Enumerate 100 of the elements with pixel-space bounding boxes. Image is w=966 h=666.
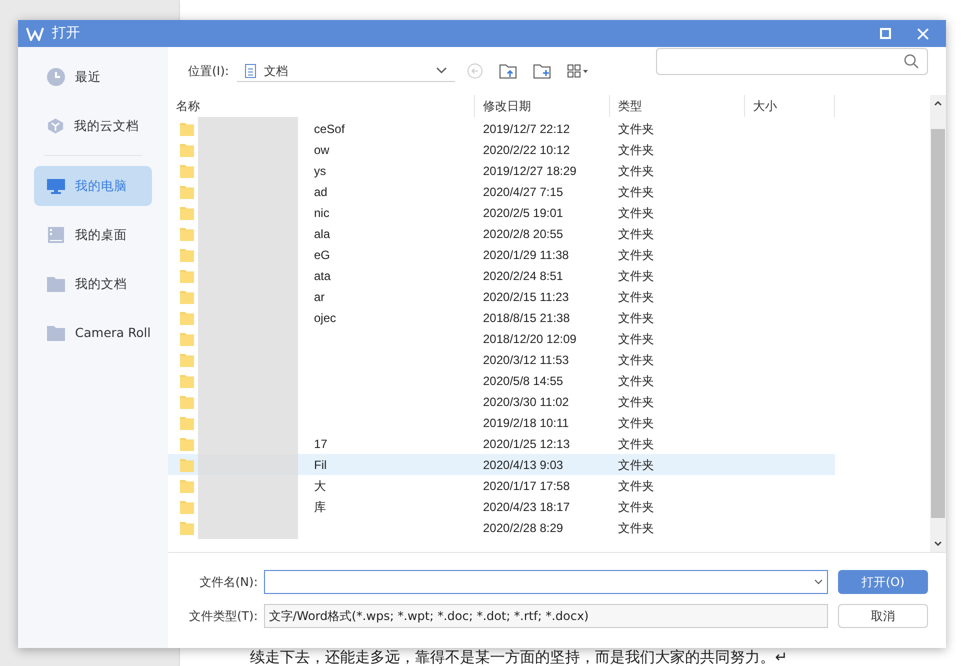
- type-cell-text: 文件夹: [617, 352, 655, 368]
- file-name: 17: [314, 436, 328, 452]
- sidebar-label: 最近: [75, 68, 101, 86]
- sidebar-label: 我的电脑: [75, 176, 127, 195]
- file-row[interactable]: 2018/12/20 12:09 文件夹: [168, 328, 835, 349]
- date-cell-text: 2020/2/24 8:51: [482, 268, 564, 284]
- folder-icon: [180, 206, 194, 220]
- file-row[interactable]: nic 2020/2/5 19:01 文件夹: [168, 202, 835, 223]
- folder-icon: [180, 164, 194, 178]
- file-row[interactable]: ar 2020/2/15 11:23 文件夹: [168, 286, 835, 307]
- date-cell-text: 2020/3/12 11:53: [482, 352, 570, 368]
- date-cell-text: 2020/1/25 12:13: [482, 436, 571, 452]
- file-row[interactable]: ys 2019/12/27 18:29 文件夹: [168, 160, 835, 181]
- type-cell-text: 文件夹: [617, 394, 655, 410]
- new-folder-icon[interactable]: [532, 63, 551, 79]
- file-row[interactable]: ow 2020/2/22 10:12 文件夹: [168, 139, 835, 160]
- folder-icon: [47, 276, 65, 292]
- folder-icon: [180, 290, 194, 304]
- date-cell-text: 2019/12/27 18:29: [482, 162, 578, 180]
- file-name: nic: [314, 204, 330, 222]
- date-cell-text: 2020/2/8 20:55: [482, 226, 564, 242]
- file-row[interactable]: ad 2020/4/27 7:15 文件夹: [168, 181, 835, 202]
- folder-icon: [180, 248, 194, 262]
- type-cell-text: 文件夹: [617, 162, 655, 180]
- date-cell-text: 2019/2/18 10:11: [482, 414, 570, 432]
- date-cell-text: 2020/3/30 11:02: [482, 394, 570, 410]
- document-text: 续走下去，还能走多远，靠得不是某一方面的坚持，而是我们大家的共同努力。↵: [250, 648, 788, 666]
- file-row[interactable]: 2020/2/28 8:29 文件夹: [168, 517, 835, 538]
- file-row[interactable]: ceSof 2019/12/7 22:12 文件夹: [168, 118, 835, 139]
- type-cell-text: 文件夹: [617, 478, 655, 494]
- type-cell-text: 文件夹: [617, 184, 655, 200]
- date-cell-text: 2020/2/22 10:12: [482, 142, 571, 158]
- document-icon: [244, 64, 256, 78]
- chevron-down-icon: [814, 579, 824, 585]
- file-row[interactable]: 2020/5/8 14:55 文件夹: [168, 370, 835, 391]
- file-name: ad: [314, 184, 328, 200]
- file-row[interactable]: ojec 2018/8/15 21:38 文件夹: [168, 307, 835, 328]
- file-row[interactable]: 库 2020/4/23 18:17 文件夹: [168, 496, 835, 517]
- folder-icon: [180, 374, 194, 388]
- file-row[interactable]: 大 2020/1/17 17:58 文件夹: [168, 475, 835, 496]
- type-cell-text: 文件夹: [617, 120, 655, 138]
- date-cell-text: 2020/1/17 17:58: [482, 478, 571, 494]
- folder-icon: [47, 325, 65, 341]
- folder-up-icon[interactable]: [498, 63, 517, 79]
- file-row[interactable]: 2020/3/12 11:53 文件夹: [168, 349, 835, 370]
- cancel-button[interactable]: 取消: [838, 604, 928, 628]
- file-name: 库: [314, 498, 326, 516]
- sidebar-label: Camera Roll: [75, 324, 151, 342]
- folder-icon: [180, 478, 194, 492]
- file-name: 大: [314, 478, 326, 494]
- file-name: ata: [314, 268, 331, 284]
- filetype-label: 文件类型(T):: [188, 608, 258, 625]
- date-cell-text: 2020/4/23 18:17: [482, 498, 571, 516]
- file-name: ow: [314, 142, 330, 158]
- type-cell-text: 文件夹: [617, 372, 655, 390]
- desktop-icon: [47, 226, 65, 244]
- sidebar-label: 我的桌面: [75, 226, 127, 244]
- sidebar-item[interactable]: 我的云文档: [34, 106, 152, 146]
- filetype-dropdown[interactable]: 文字/Word格式(*.wps; *.wpt; *.doc; *.dot; *.rtf; *.docx): [264, 604, 828, 628]
- type-cell-text: 文件夹: [617, 246, 655, 264]
- column-header[interactable]: 大小: [745, 95, 835, 117]
- file-row[interactable]: ata 2020/2/24 8:51 文件夹: [168, 265, 835, 286]
- folder-icon: [180, 122, 194, 136]
- scrollbar-thumb[interactable]: [931, 129, 945, 518]
- file-name: ceSof: [314, 120, 345, 138]
- file-name: eG: [314, 246, 330, 264]
- file-name: ojec: [314, 310, 336, 326]
- file-row[interactable]: 17 2020/1/25 12:13 文件夹: [168, 433, 835, 454]
- location-dropdown[interactable]: 文档: [236, 60, 455, 82]
- maximize-icon: [880, 28, 890, 39]
- date-cell-text: 2020/5/8 14:55: [482, 372, 564, 390]
- sidebar-item[interactable]: 最近: [34, 57, 152, 97]
- folder-icon: [180, 352, 194, 366]
- file-row[interactable]: ala 2020/2/8 20:55 文件夹: [168, 223, 835, 244]
- type-cell-text: 文件夹: [617, 498, 655, 516]
- file-row[interactable]: 2020/3/30 11:02 文件夹: [168, 391, 835, 412]
- file-row[interactable]: 2019/2/18 10:11 文件夹: [168, 412, 835, 433]
- type-cell-text: 文件夹: [617, 456, 655, 474]
- cube-icon: [47, 117, 64, 135]
- monitor-icon: [47, 177, 65, 195]
- column-header[interactable]: 修改日期: [475, 95, 610, 117]
- filename-field[interactable]: [264, 570, 828, 594]
- sidebar-item[interactable]: Camera Roll: [34, 313, 152, 353]
- folder-icon: [180, 458, 194, 472]
- date-cell-text: 2020/2/5 19:01: [482, 204, 564, 222]
- column-header[interactable]: 类型: [610, 95, 745, 117]
- scrollbar[interactable]: [930, 95, 946, 552]
- sidebar-item[interactable]: 我的桌面: [34, 215, 152, 255]
- folder-icon: [180, 436, 194, 450]
- file-name: ys: [314, 162, 326, 180]
- date-cell-text: 2020/2/28 8:29: [482, 520, 564, 536]
- file-row[interactable]: eG 2020/1/29 11:38 文件夹: [168, 244, 835, 265]
- sidebar-item[interactable]: 我的文档: [34, 264, 152, 304]
- type-cell-text: 文件夹: [617, 330, 655, 348]
- date-cell-text: 2019/12/7 22:12: [482, 120, 571, 138]
- type-cell-text: 文件夹: [617, 520, 655, 536]
- search-field[interactable]: [656, 48, 928, 74]
- date-cell-text: 2020/2/15 11:23: [482, 288, 570, 306]
- date-cell-text: 2020/4/13 9:03: [482, 456, 564, 474]
- view-grid-icon[interactable]: [566, 64, 589, 78]
